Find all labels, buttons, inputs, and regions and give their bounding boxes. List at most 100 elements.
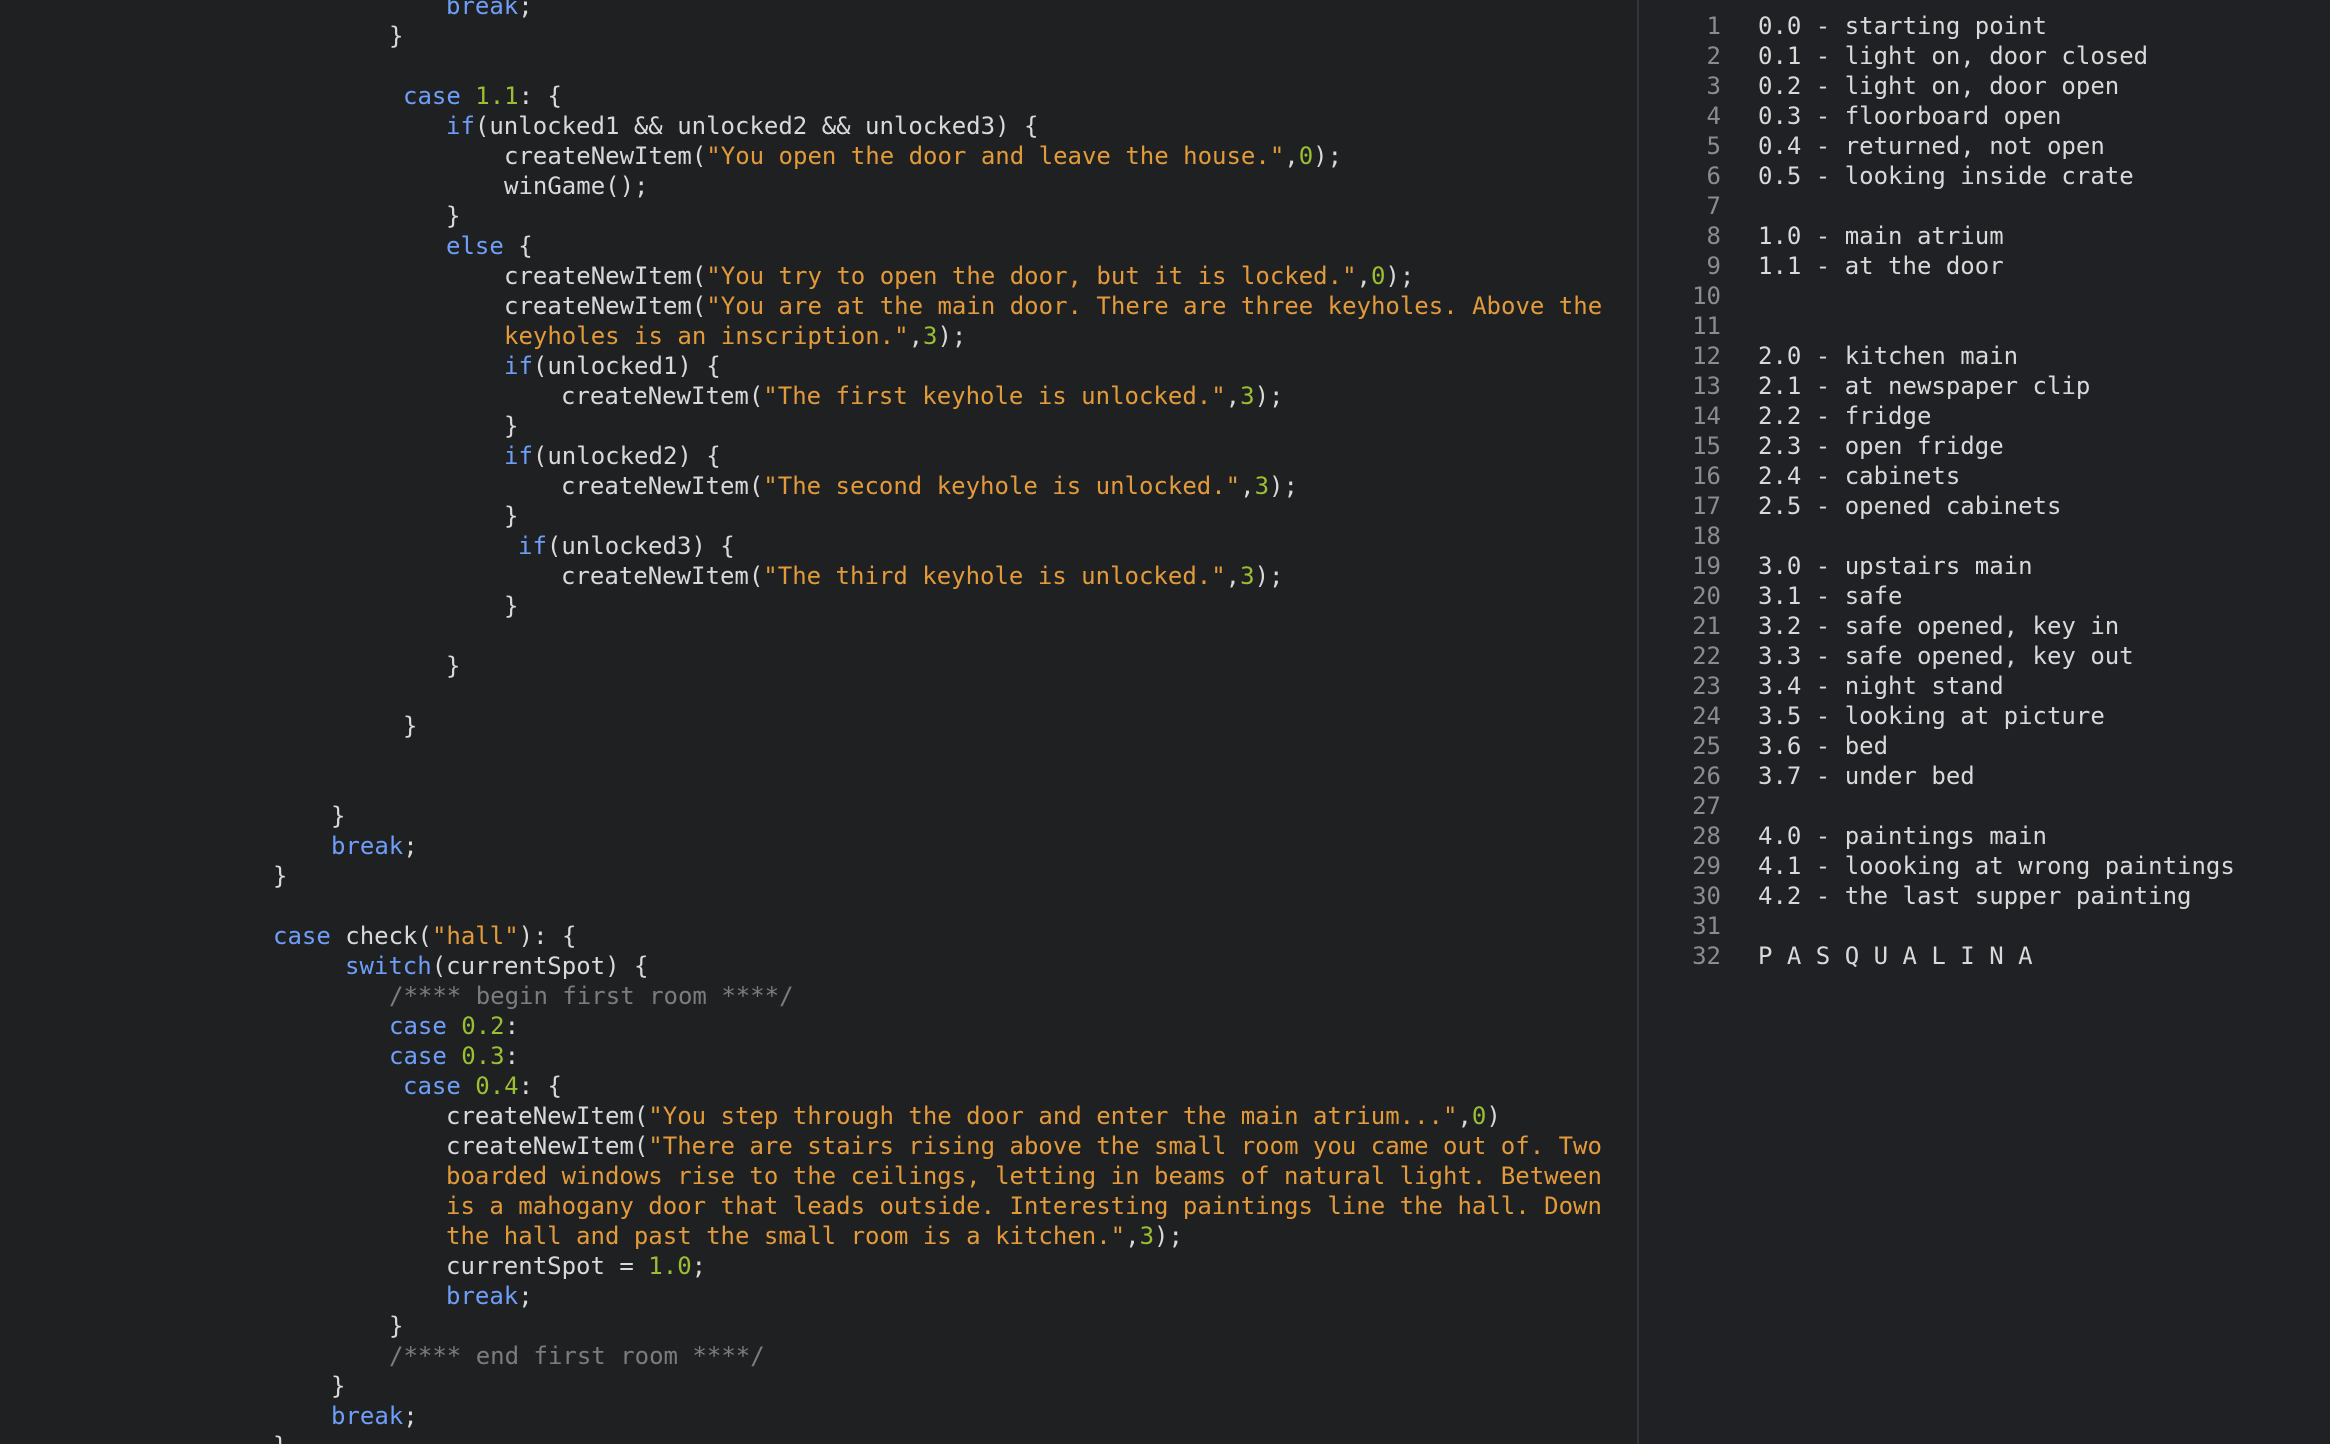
code-token: createNewItem( xyxy=(446,1132,649,1160)
string-token: keyholes is an inscription." xyxy=(504,322,909,350)
string-token: is a mahogany door that leads outside. I… xyxy=(446,1192,1602,1220)
code-line: break; xyxy=(331,1401,418,1431)
note-line: 26 3.7 - under bed xyxy=(1639,761,2330,791)
code-token: ; xyxy=(403,832,418,860)
code-line: createNewItem("There are stairs rising a… xyxy=(446,1131,1602,1161)
line-number: 5 xyxy=(1706,132,1721,160)
code-token: (unlocked3) { xyxy=(546,532,735,560)
note-line: 28 4.0 - paintings main xyxy=(1639,821,2330,851)
code-token: } xyxy=(504,412,519,440)
number-token: 0 xyxy=(1370,262,1386,290)
code-token: ; xyxy=(403,1402,418,1430)
line-number: 22 xyxy=(1692,642,1721,670)
code-line: /**** end first room ****/ xyxy=(389,1341,765,1371)
line-number: 6 xyxy=(1706,162,1721,190)
code-line: break; xyxy=(446,0,533,21)
line-number: 15 xyxy=(1692,432,1721,460)
code-line: case check("hall"): { xyxy=(273,921,576,951)
code-line: createNewItem("You are at the main door.… xyxy=(504,291,1602,321)
code-token: , xyxy=(1356,262,1371,290)
code-editor-pane[interactable]: break;} case 1.1: {if(unlocked1 && unlock… xyxy=(0,0,1637,1444)
code-token: (currentSpot) { xyxy=(431,952,649,980)
code-line: createNewItem("The second keyhole is unl… xyxy=(561,471,1298,501)
line-number: 31 xyxy=(1692,912,1721,940)
code-token: , xyxy=(1240,472,1255,500)
code-line: createNewItem("The third keyhole is unlo… xyxy=(561,561,1283,591)
code-line: } xyxy=(446,651,460,681)
code-token: check( xyxy=(330,922,432,950)
number-token: 3 xyxy=(1240,562,1255,590)
keyword-token: if xyxy=(504,352,533,380)
code-token: ); xyxy=(1254,562,1284,590)
line-number: 25 xyxy=(1692,732,1721,760)
keyword-token: case xyxy=(273,922,331,950)
code-token: (unlocked1) { xyxy=(532,352,721,380)
notes-pane[interactable]: 1 0.0 - starting point 2 0.1 - light on, do… xyxy=(1639,0,2330,1444)
note-text: 3.1 - safe xyxy=(1758,582,1903,610)
code-token: ; xyxy=(691,1252,707,1280)
code-line: case 0.2: xyxy=(389,1011,519,1041)
keyword-token: case xyxy=(403,82,461,110)
string-token: "You open the door and leave the house." xyxy=(706,142,1285,170)
code-token: } xyxy=(389,22,404,50)
note-line: 8 1.0 - main atrium xyxy=(1639,221,2330,251)
code-token: createNewItem( xyxy=(504,142,707,170)
code-token: ): { xyxy=(518,922,577,950)
note-line: 18 xyxy=(1639,521,2330,551)
number-token: 1.0 xyxy=(648,1252,692,1280)
string-token: "The first keyhole is unlocked." xyxy=(763,382,1226,410)
code-token: (unlocked2) { xyxy=(532,442,721,470)
code-token: ); xyxy=(1154,1222,1183,1250)
note-text: 3.3 - safe opened, key out xyxy=(1758,642,2134,670)
code-line: } xyxy=(331,1371,345,1401)
line-number: 17 xyxy=(1692,492,1721,520)
code-token: createNewItem( xyxy=(446,1102,649,1130)
code-token: ) xyxy=(1486,1102,1501,1130)
code-line: } xyxy=(446,201,460,231)
code-token: ); xyxy=(1385,262,1415,290)
note-line: 2 0.1 - light on, door closed xyxy=(1639,41,2330,71)
code-token: createNewItem( xyxy=(561,382,764,410)
note-text: 2.5 - opened cabinets xyxy=(1758,492,2062,520)
line-number: 7 xyxy=(1706,192,1721,220)
code-token: , xyxy=(1125,1222,1140,1250)
code-line: currentSpot = 1.0; xyxy=(446,1251,706,1281)
code-token: , xyxy=(1284,142,1299,170)
note-line: 32 P A S Q U A L I N A xyxy=(1639,941,2330,971)
number-token: 0 xyxy=(1298,142,1314,170)
code-line: break; xyxy=(331,831,418,861)
code-token: } xyxy=(504,502,519,530)
number-token: 0.2 xyxy=(461,1012,505,1040)
line-number: 30 xyxy=(1692,882,1721,910)
number-token: 1.1 xyxy=(475,82,519,110)
code-line: } xyxy=(389,1311,403,1341)
code-line: case 0.3: xyxy=(389,1041,519,1071)
line-number: 11 xyxy=(1692,312,1721,340)
string-token: boarded windows rise to the ceilings, le… xyxy=(446,1162,1602,1190)
line-number: 28 xyxy=(1692,822,1721,850)
note-line: 31 xyxy=(1639,911,2330,941)
line-number: 13 xyxy=(1692,372,1721,400)
note-text: 3.0 - upstairs main xyxy=(1758,552,2033,580)
code-line: createNewItem("You open the door and lea… xyxy=(504,141,1342,171)
line-number: 23 xyxy=(1692,672,1721,700)
code-line: boarded windows rise to the ceilings, le… xyxy=(446,1161,1602,1191)
note-text: 4.2 - the last supper painting xyxy=(1758,882,2192,910)
note-text: 1.1 - at the door xyxy=(1758,252,2004,280)
code-line: createNewItem("You try to open the door,… xyxy=(504,261,1414,291)
code-token: currentSpot = xyxy=(446,1252,649,1280)
line-number: 2 xyxy=(1706,42,1721,70)
code-line: case 0.4: { xyxy=(403,1071,562,1101)
string-token: "You step through the door and enter the… xyxy=(648,1102,1458,1130)
note-text: 3.4 - night stand xyxy=(1758,672,2004,700)
code-token: } xyxy=(273,862,288,890)
note-text: 2.1 - at newspaper clip xyxy=(1758,372,2091,400)
line-number: 21 xyxy=(1692,612,1721,640)
note-line: 23 3.4 - night stand xyxy=(1639,671,2330,701)
code-token: { xyxy=(503,232,533,260)
note-text: 4.0 - paintings main xyxy=(1758,822,2047,850)
number-token: 3 xyxy=(1240,382,1255,410)
code-token: ); xyxy=(1313,142,1343,170)
note-text: 0.4 - returned, not open xyxy=(1758,132,2105,160)
code-token: } xyxy=(446,652,461,680)
